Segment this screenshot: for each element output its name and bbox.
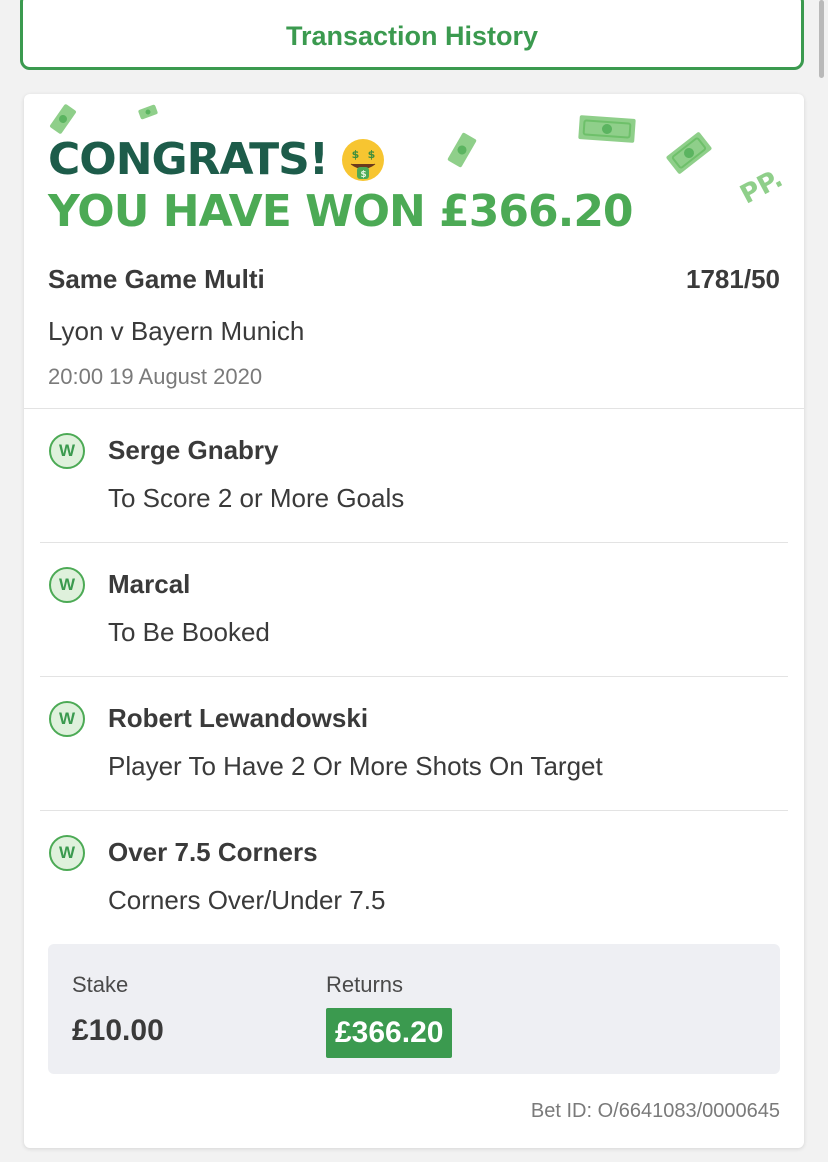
win-badge-icon: W [49,701,85,737]
returns-value: £366.20 [326,1008,453,1058]
win-banner: CONGRATS! $ $ $ YOU HAVE WON £366.20 [48,134,634,238]
stake-label: Stake [72,972,129,997]
event-name: Lyon v Bayern Munich [48,316,305,346]
money-bill-icon [50,104,76,134]
selection-row: W Robert Lewandowski Player To Have 2 Or… [40,677,788,811]
event-datetime: 20:00 19 August 2020 [48,364,263,389]
svg-text:$: $ [352,148,359,161]
selection-market: To Be Booked [108,617,270,647]
bet-receipt-card: PP. CONGRATS! $ $ $ YOU HAVE WON £366.20… [24,94,804,1148]
stake-value: £10.00 [72,1014,164,1047]
selection-row: W Over 7.5 Corners Corners Over/Under 7.… [40,811,788,945]
selection-row: W Marcal To Be Booked [40,543,788,677]
selection-title: Marcal [108,569,191,599]
bet-odds: 1781/50 [686,264,780,294]
win-badge-icon: W [49,835,85,871]
selection-title: Robert Lewandowski [108,703,369,733]
selection-market: Corners Over/Under 7.5 [108,885,386,915]
won-amount-text: YOU HAVE WON £366.20 [48,186,634,237]
win-badge-icon: W [49,567,85,603]
transaction-history-button[interactable]: Transaction History [20,0,804,70]
selection-row: W Serge Gnabry To Score 2 or More Goals [40,409,788,543]
win-badge-icon: W [49,433,85,469]
svg-text:$: $ [360,170,366,180]
money-mouth-face-icon: $ $ $ [340,137,386,183]
brand-logo: PP. [735,163,788,211]
selection-title: Over 7.5 Corners [108,837,318,867]
selection-title: Serge Gnabry [108,435,279,465]
bet-type: Same Game Multi [48,264,265,294]
money-bill-icon [138,104,158,120]
bet-id: Bet ID: O/6641083/0000645 [530,1100,780,1122]
congrats-text: CONGRATS! [48,134,329,185]
selection-market: Player To Have 2 Or More Shots On Target [108,751,603,781]
svg-text:$: $ [368,148,375,161]
selection-market: To Score 2 or More Goals [108,483,405,513]
transaction-history-label: Transaction History [285,20,539,51]
scrollbar[interactable] [819,0,824,78]
money-bill-icon [666,132,712,174]
returns-label: Returns [326,972,404,997]
bet-summary: Stake £10.00 Returns £366.20 [48,944,780,1074]
